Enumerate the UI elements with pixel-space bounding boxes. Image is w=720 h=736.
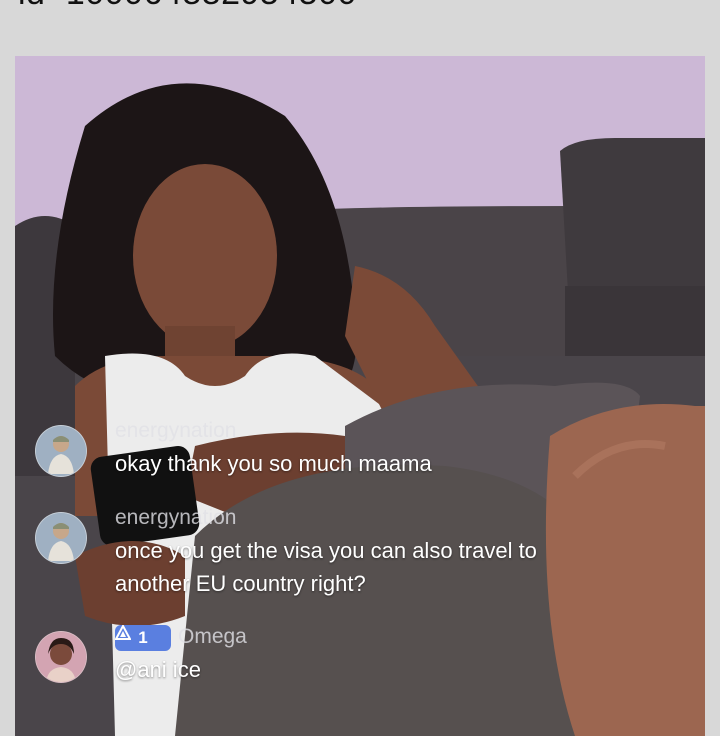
- soldier-avatar-icon[interactable]: [35, 512, 87, 564]
- comment-message: once you get the visa you can also trave…: [115, 538, 537, 563]
- soldier-avatar-icon[interactable]: [35, 425, 87, 477]
- comment-username[interactable]: Omega: [178, 625, 247, 649]
- comment-username[interactable]: energynation: [115, 506, 236, 530]
- triangle-level-icon: [115, 625, 131, 640]
- comment-message: @ani ice: [115, 657, 201, 682]
- woman-avatar-icon[interactable]: [35, 631, 87, 683]
- profile-id-text: id=100064882954500: [18, 0, 357, 13]
- comment-message: another EU country right?: [115, 571, 366, 596]
- live-video[interactable]: energynation okay thank you so much maam…: [15, 56, 705, 736]
- comment-message: okay thank you so much maama: [115, 451, 432, 476]
- level-number: 1: [138, 628, 148, 647]
- level-badge: 1: [115, 625, 171, 651]
- comment-username[interactable]: energynation: [115, 419, 236, 443]
